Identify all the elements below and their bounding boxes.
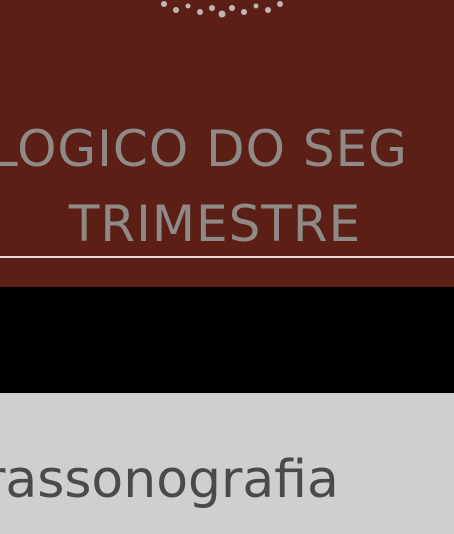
caption-text: rassonografia <box>0 450 339 510</box>
dotted-logo-icon <box>161 1 283 18</box>
black-band <box>0 287 454 393</box>
banner-divider <box>0 256 454 258</box>
page: LOGICO DO SEG TRIMESTRE rassonografia <box>0 0 454 534</box>
header-banner: LOGICO DO SEG TRIMESTRE <box>0 0 454 287</box>
banner-title-line2: TRIMESTRE <box>68 195 362 253</box>
banner-title-line1: LOGICO DO SEG <box>0 120 408 178</box>
